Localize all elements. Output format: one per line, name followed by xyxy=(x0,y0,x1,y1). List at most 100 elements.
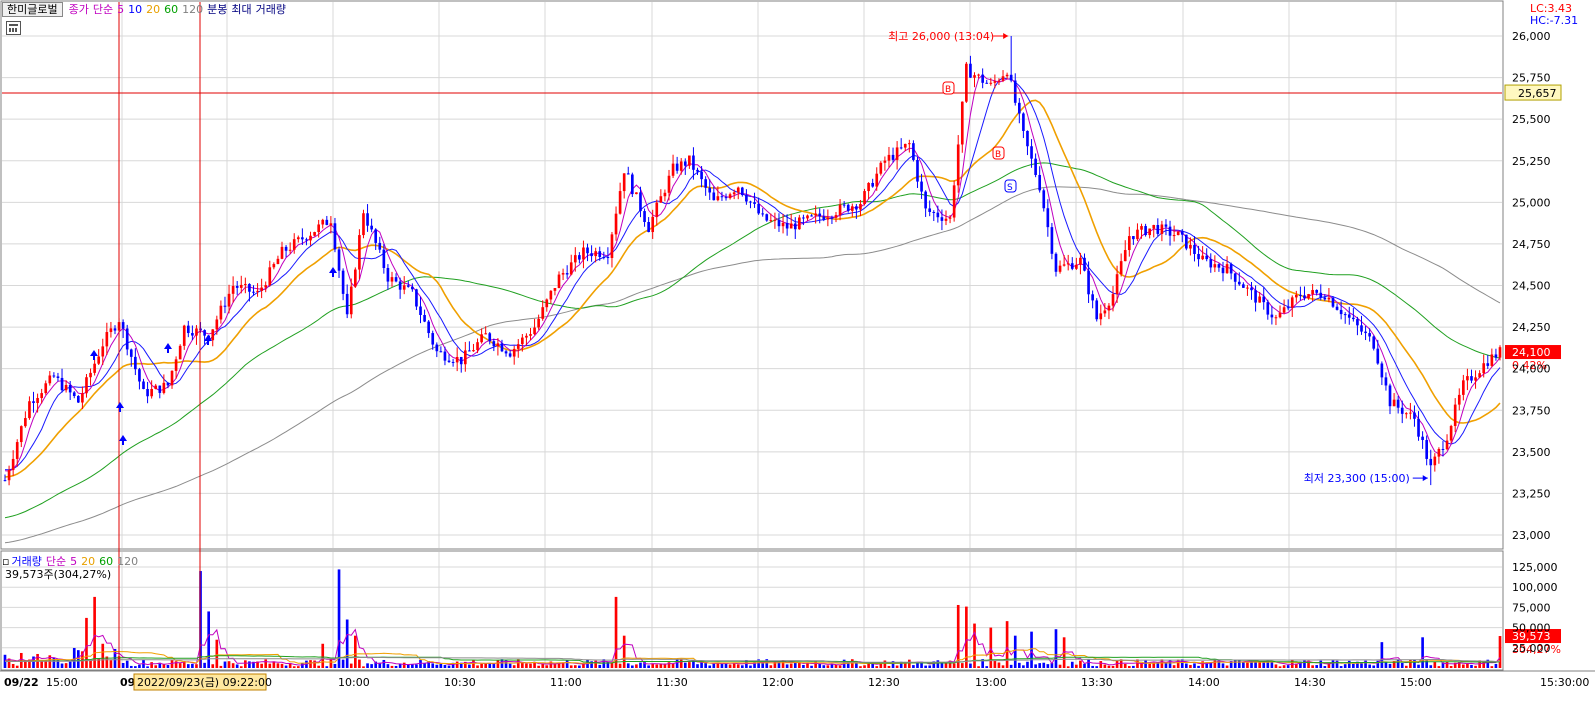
volume-bar xyxy=(834,664,838,668)
volume-bar xyxy=(965,606,968,668)
candle-body xyxy=(916,159,919,182)
time-tick-label: 15:00 xyxy=(46,676,78,689)
candle-body xyxy=(370,225,373,230)
candle-body xyxy=(423,315,426,322)
volume-bar xyxy=(317,665,320,668)
volume-bar xyxy=(15,665,19,668)
candle-body xyxy=(724,197,728,199)
legend-price-item: 분봉 xyxy=(207,3,228,16)
candle-body xyxy=(565,273,569,275)
volume-bar xyxy=(887,665,891,668)
candle-body xyxy=(374,229,378,243)
candle-body xyxy=(1449,425,1453,441)
candle-body xyxy=(394,277,398,282)
volume-bar xyxy=(740,665,744,668)
candle-body xyxy=(105,332,109,347)
candle-body xyxy=(1380,363,1384,378)
volume-bar xyxy=(969,663,972,668)
volume-bar xyxy=(679,659,683,668)
candle-body xyxy=(1022,113,1025,131)
candle-body xyxy=(504,351,508,354)
candle-body xyxy=(1201,255,1204,260)
volume-bar xyxy=(260,663,263,668)
candle-body xyxy=(785,222,789,229)
volume-bar xyxy=(545,665,549,668)
candle-body xyxy=(349,286,353,315)
candle-body xyxy=(36,398,39,404)
volume-bar xyxy=(1172,665,1176,668)
calculator-icon[interactable] xyxy=(6,21,21,35)
candle-body xyxy=(182,325,186,346)
volume-bar xyxy=(773,661,777,668)
candle-body xyxy=(1193,244,1196,254)
volume-bar xyxy=(529,663,532,668)
volume-bar xyxy=(1017,662,1021,668)
candle-body xyxy=(382,249,386,269)
volume-bar xyxy=(390,665,394,668)
candle-body xyxy=(215,319,219,330)
candle-body xyxy=(1017,102,1021,114)
volume-bar xyxy=(60,663,64,668)
volume-bar xyxy=(1013,635,1017,668)
volume-bar xyxy=(109,660,113,668)
volume-bar xyxy=(11,663,15,668)
candle-body xyxy=(508,353,512,357)
stock-name[interactable]: 한미글로벌 xyxy=(2,2,63,17)
candle-body xyxy=(1266,302,1270,315)
candle-body xyxy=(390,277,394,282)
candle-body xyxy=(1148,228,1151,236)
volume-bar xyxy=(1132,665,1135,668)
volume-bar xyxy=(810,665,813,668)
volume-bar xyxy=(521,662,524,668)
volume-bar xyxy=(1180,659,1184,668)
volume-bar xyxy=(1091,665,1094,668)
candle-body xyxy=(590,253,593,257)
volume-bar xyxy=(1038,663,1042,668)
volume-bar xyxy=(1368,664,1371,668)
volume-bar xyxy=(683,662,687,668)
candle-body xyxy=(1409,412,1412,414)
candle-body xyxy=(1189,244,1192,249)
volume-bar xyxy=(125,660,129,668)
price-tick-label: 23,000 xyxy=(1512,529,1551,542)
candle-body xyxy=(1404,413,1408,415)
volume-bar xyxy=(366,663,369,668)
volume-bar xyxy=(134,666,137,668)
candle-body xyxy=(679,161,683,171)
volume-bar xyxy=(1058,664,1062,668)
candle-body xyxy=(19,426,23,443)
candle-body xyxy=(366,213,369,226)
candle-body xyxy=(1119,261,1123,275)
candle-body xyxy=(1075,264,1078,269)
volume-bar xyxy=(720,663,724,668)
candle-body xyxy=(227,293,231,307)
volume-bar xyxy=(146,666,149,668)
price-tick-label: 25,500 xyxy=(1512,113,1551,126)
volume-bar xyxy=(455,661,459,668)
candle-body xyxy=(1164,224,1168,227)
volume-bar xyxy=(569,665,573,668)
candle-body xyxy=(235,285,239,288)
candle-body xyxy=(610,234,614,259)
crosshair-time-label: 2022/09/23(금) 09:22:00 xyxy=(137,676,272,689)
candle-body xyxy=(231,285,235,294)
volume-bar xyxy=(1225,665,1229,668)
legend-price-item: 10 xyxy=(128,3,143,16)
volume-bar xyxy=(411,664,414,668)
volume-bar xyxy=(1001,665,1005,668)
volume-bar xyxy=(618,663,622,668)
volume-bar xyxy=(1034,664,1037,668)
volume-bar xyxy=(651,663,655,668)
candle-body xyxy=(692,155,695,170)
volume-bar xyxy=(875,666,879,668)
volume-bar xyxy=(1421,637,1424,668)
candle-body xyxy=(358,235,361,270)
candle-body xyxy=(77,395,80,403)
candle-body xyxy=(569,262,573,275)
volume-bar xyxy=(1274,664,1278,668)
candle-body xyxy=(1396,399,1400,408)
volume-bar xyxy=(296,666,300,668)
volume-bar xyxy=(639,662,642,668)
volume-bar xyxy=(1319,660,1323,668)
candle-body xyxy=(125,328,129,350)
